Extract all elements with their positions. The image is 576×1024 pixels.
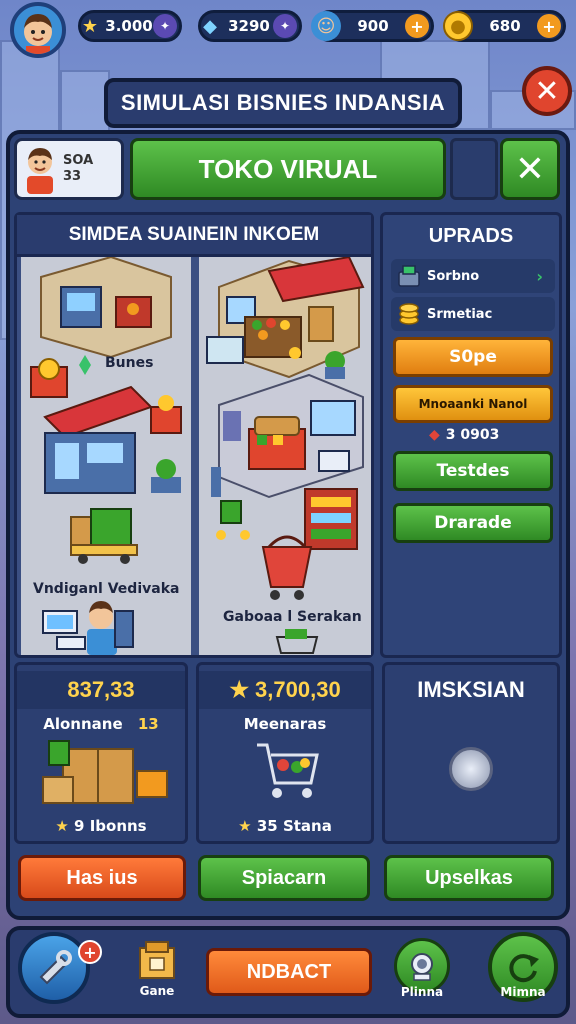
star-icon: ★: [55, 817, 69, 835]
game-nav-label: Gane: [139, 984, 175, 998]
card2-footer-text: 35 Stana: [256, 817, 332, 835]
owner-line2: 33: [63, 169, 82, 184]
card2-value: 3,700,30: [255, 677, 341, 702]
star-icon: ★: [229, 677, 250, 702]
info-card-1: 837,33 Alonnane 13 ★ 9 Ibonns: [14, 662, 188, 844]
worker-icon: ☺: [311, 11, 341, 41]
player-face-icon: [24, 14, 52, 54]
info-card-3: IMSKSIAN: [382, 662, 560, 844]
upgrade-row-2[interactable]: Srmetiac: [391, 297, 555, 331]
tools-button[interactable]: [18, 932, 90, 1004]
coins-counter: ● 680 +: [443, 10, 566, 42]
upgrade-green-button-1[interactable]: Testdes: [393, 451, 553, 491]
gem-icon: ◆: [203, 15, 217, 37]
store-box-icon: [139, 941, 175, 979]
store-column-right: Gaboaa l Serakan: [199, 255, 371, 655]
add-coins-button[interactable]: +: [537, 14, 561, 38]
add-staff-button[interactable]: +: [405, 14, 429, 38]
card1-label: Alonnane 13: [17, 715, 185, 733]
info-card-2: ★ 3,700,30 Meenaras ★ 35 Stana: [196, 662, 374, 844]
camera-nav-label: Plinna: [400, 985, 444, 999]
upgrade-price-value: 3 0903: [445, 427, 500, 443]
upgrades-title: UPRADS: [428, 224, 514, 247]
star-icon: ★: [81, 15, 99, 37]
refresh-icon: [509, 954, 539, 983]
upgrade-price: ◆ 3 0903: [429, 427, 499, 443]
upgrade-row-1-label: Sorbno: [427, 268, 480, 284]
action-button-2[interactable]: Spiacarn: [198, 855, 370, 901]
camera-icon: [411, 953, 433, 981]
card1-footer: ★ 9 Ibonns: [17, 817, 185, 835]
upgrades-panel: UPRADS Sorbno › Srmetiac S0pe Mnoaanki N…: [380, 212, 562, 658]
coins-value: 680: [489, 17, 521, 35]
game-title: SIMULASI BISNIES INDANSIA: [104, 78, 462, 128]
empty-slot-icon[interactable]: [449, 747, 493, 791]
business-label: Bunes: [105, 355, 154, 371]
left-store-caption: Vndiganl Vedivaka: [33, 581, 180, 597]
header-slot: [450, 138, 498, 200]
card1-label-text: Alonnane: [43, 715, 123, 733]
upgrade-green-button-2[interactable]: Drarade: [393, 503, 553, 543]
coin-icon: ●: [443, 11, 473, 41]
store-title: SIMDEA SUAINEIN INKOEM: [17, 215, 371, 257]
store-right-illustration: [206, 255, 365, 654]
cash-register-icon: [398, 265, 420, 287]
virtual-store-button[interactable]: TOKO VIRUAL: [130, 138, 446, 200]
profile-nav-label: Mimna: [500, 985, 546, 999]
notification-plus-icon[interactable]: +: [78, 940, 102, 964]
card1-value: 837,33: [17, 671, 185, 709]
wrench-icon: [39, 950, 72, 985]
panel-header: SOA 33 TOKO VIRUAL ✕: [14, 138, 562, 202]
store-panel: SIMDEA SUAINEIN INKOEM Bunes Vndiganl Ve…: [14, 212, 374, 658]
gems-counter: ◆ 3290 ✦: [198, 10, 302, 42]
shopping-cart-icon: [257, 743, 319, 798]
arrow-right-icon: ›: [536, 266, 543, 286]
stars-counter: ★ 3.000 ✦: [78, 10, 182, 42]
upgrade-orange-button-2[interactable]: Mnoaanki Nanol: [393, 385, 553, 423]
store-column-left: Bunes Vndiganl Vedivaka: [21, 255, 191, 655]
game-nav-item[interactable]: Gane: [130, 938, 184, 1002]
action-button-1[interactable]: Has ius: [18, 855, 186, 901]
add-stars-button[interactable]: ✦: [153, 14, 177, 38]
coin-stack-icon: [399, 303, 419, 325]
stars-value: 3.000: [105, 17, 153, 35]
center-nav-button[interactable]: NDBACT: [206, 948, 372, 996]
card3-title: IMSKSIAN: [417, 677, 525, 702]
top-hud: ★ 3.000 ✦ ◆ 3290 ✦ ☺ 900 + ● 680 +: [0, 0, 576, 58]
upgrade-row-1[interactable]: Sorbno ›: [391, 259, 555, 293]
gems-value: 3290: [228, 17, 270, 35]
star-icon: ★: [238, 817, 252, 835]
owner-card-text: SOA 33: [63, 153, 93, 185]
boxes-illustration: [42, 740, 168, 804]
action-button-3[interactable]: Upselkas: [384, 855, 554, 901]
owner-card[interactable]: SOA 33: [14, 138, 124, 200]
card2-label: Meenaras: [243, 715, 327, 733]
add-gems-button[interactable]: ✦: [273, 14, 297, 38]
upgrade-row-2-label: Srmetiac: [427, 306, 493, 322]
owner-line1: SOA: [63, 153, 94, 168]
card2-value-row: ★ 3,700,30: [199, 671, 371, 709]
close-icon[interactable]: ✕: [522, 66, 572, 116]
staff-value: 900: [357, 17, 389, 35]
ruby-icon: ◆: [429, 427, 440, 443]
right-store-caption: Gaboaa l Serakan: [223, 609, 362, 625]
card2-footer: ★ 35 Stana: [199, 817, 371, 835]
card1-badge: 13: [137, 715, 159, 733]
panel-close-icon[interactable]: ✕: [500, 138, 560, 200]
staff-counter: ☺ 900 +: [311, 10, 434, 42]
card1-footer-text: 9 Ibonns: [74, 817, 147, 835]
player-avatar[interactable]: [10, 2, 66, 58]
owner-avatar-icon: [27, 148, 53, 194]
upgrade-orange-button-1[interactable]: S0pe: [393, 337, 553, 377]
